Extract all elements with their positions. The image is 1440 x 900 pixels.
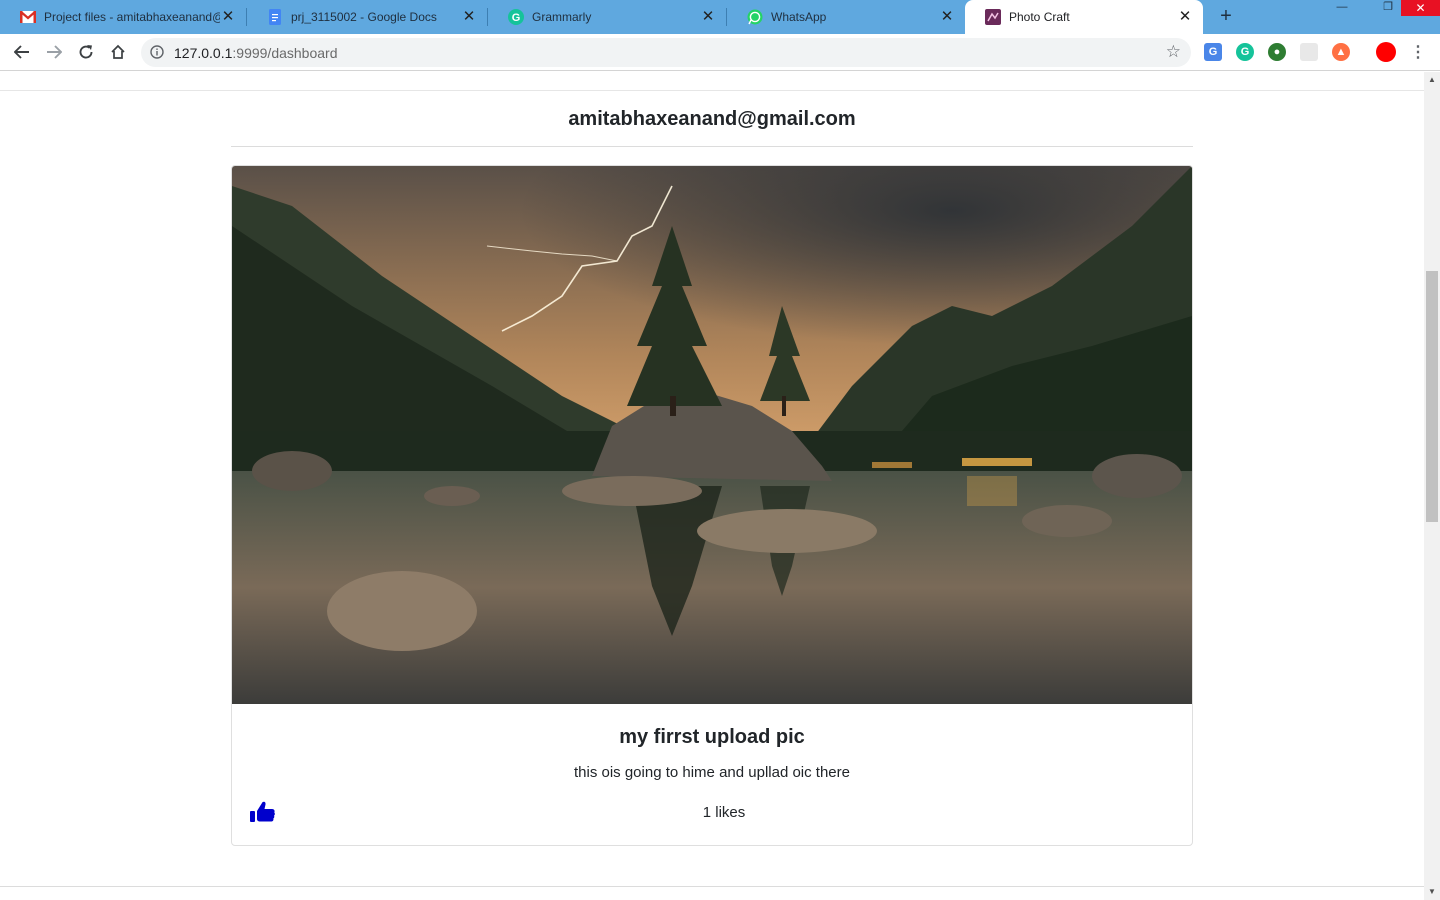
browser-tab-strip: Project files - amitabhaxeanand@ ✕ prj_3… — [0, 0, 1440, 34]
browser-toolbar: 127.0.0.1:9999/dashboard ☆ G G ● ▲ ⋮ — [0, 34, 1440, 71]
fire-extension-icon[interactable]: ▲ — [1332, 43, 1350, 61]
whatsapp-icon — [747, 9, 763, 25]
post-description: this ois going to hime and upllad oic th… — [573, 764, 850, 781]
window-close-icon[interactable]: ✕ — [1401, 0, 1440, 16]
post-title: my firrst upload pic — [619, 726, 805, 748]
post-image[interactable] — [232, 166, 1192, 704]
scroll-down-arrow-icon[interactable]: ▼ — [1424, 884, 1440, 900]
profile-avatar[interactable] — [1376, 42, 1396, 62]
post-card: my firrst upload pic this ois going to h… — [231, 165, 1193, 846]
scroll-up-arrow-icon[interactable]: ▲ — [1424, 72, 1440, 88]
tab-whatsapp[interactable]: WhatsApp ✕ — [727, 0, 965, 34]
tab-grammarly[interactable]: G Grammarly ✕ — [488, 0, 726, 34]
url-text[interactable]: 127.0.0.1:9999/dashboard — [174, 45, 337, 61]
tab-title: Project files - amitabhaxeanand@ — [44, 10, 220, 24]
tab-close-icon[interactable]: ✕ — [700, 9, 716, 25]
google-docs-icon — [267, 9, 283, 25]
footer-divider — [0, 886, 1424, 887]
forward-arrow-icon — [47, 45, 62, 59]
info-icon[interactable] — [150, 45, 164, 59]
scrollbar-thumb[interactable] — [1426, 271, 1438, 522]
tab-close-icon[interactable]: ✕ — [461, 9, 477, 25]
home-button[interactable] — [106, 40, 130, 64]
google-translate-icon[interactable]: G — [1204, 43, 1222, 61]
tab-title: prj_3115002 - Google Docs — [291, 10, 437, 24]
forward-button[interactable] — [42, 40, 66, 64]
tab-close-icon[interactable]: ✕ — [1177, 9, 1193, 25]
reload-icon — [79, 45, 93, 59]
browser-menu-icon[interactable]: ⋮ — [1410, 44, 1426, 62]
restore-icon[interactable]: ❐ — [1376, 0, 1400, 14]
tab-title: Grammarly — [532, 10, 592, 24]
back-arrow-icon — [14, 45, 29, 59]
tab-close-icon[interactable]: ✕ — [220, 9, 236, 25]
url-host: 127.0.0.1 — [174, 45, 233, 61]
globe-extension-icon[interactable]: ● — [1268, 43, 1286, 61]
svg-text:G: G — [512, 12, 521, 24]
gmail-icon — [20, 9, 36, 25]
tab-title: Photo Craft — [1009, 10, 1070, 24]
page-viewport: amitabhaxeanand@gmail.com my firrst uplo… — [0, 72, 1424, 900]
email-divider — [231, 146, 1193, 147]
new-tab-button[interactable]: + — [1214, 5, 1238, 29]
grammarly-extension-icon[interactable]: G — [1236, 43, 1254, 61]
home-icon — [111, 44, 125, 59]
likes-count: 1 likes — [702, 804, 746, 821]
tab-title: WhatsApp — [771, 10, 827, 24]
tab-close-icon[interactable]: ✕ — [939, 9, 955, 25]
minimize-icon[interactable]: — — [1330, 0, 1354, 14]
photo-craft-icon — [985, 9, 1001, 25]
header-divider — [0, 90, 1424, 91]
back-button[interactable] — [10, 40, 34, 64]
address-bar[interactable]: 127.0.0.1:9999/dashboard ☆ — [141, 38, 1191, 67]
reload-button[interactable] — [74, 40, 98, 64]
tab-photo-craft[interactable]: Photo Craft ✕ — [965, 0, 1203, 34]
url-path: :9999/dashboard — [232, 45, 338, 61]
tab-google-docs[interactable]: prj_3115002 - Google Docs ✕ — [247, 0, 487, 34]
extension-puzzle-icon[interactable] — [1300, 43, 1318, 61]
user-email-heading: amitabhaxeanand@gmail.com — [568, 108, 856, 130]
bookmark-star-icon[interactable]: ☆ — [1166, 43, 1181, 61]
page-scrollbar[interactable]: ▲ ▼ — [1424, 72, 1440, 900]
grammarly-icon: G — [508, 9, 524, 25]
tab-gmail[interactable]: Project files - amitabhaxeanand@ ✕ — [0, 0, 246, 34]
